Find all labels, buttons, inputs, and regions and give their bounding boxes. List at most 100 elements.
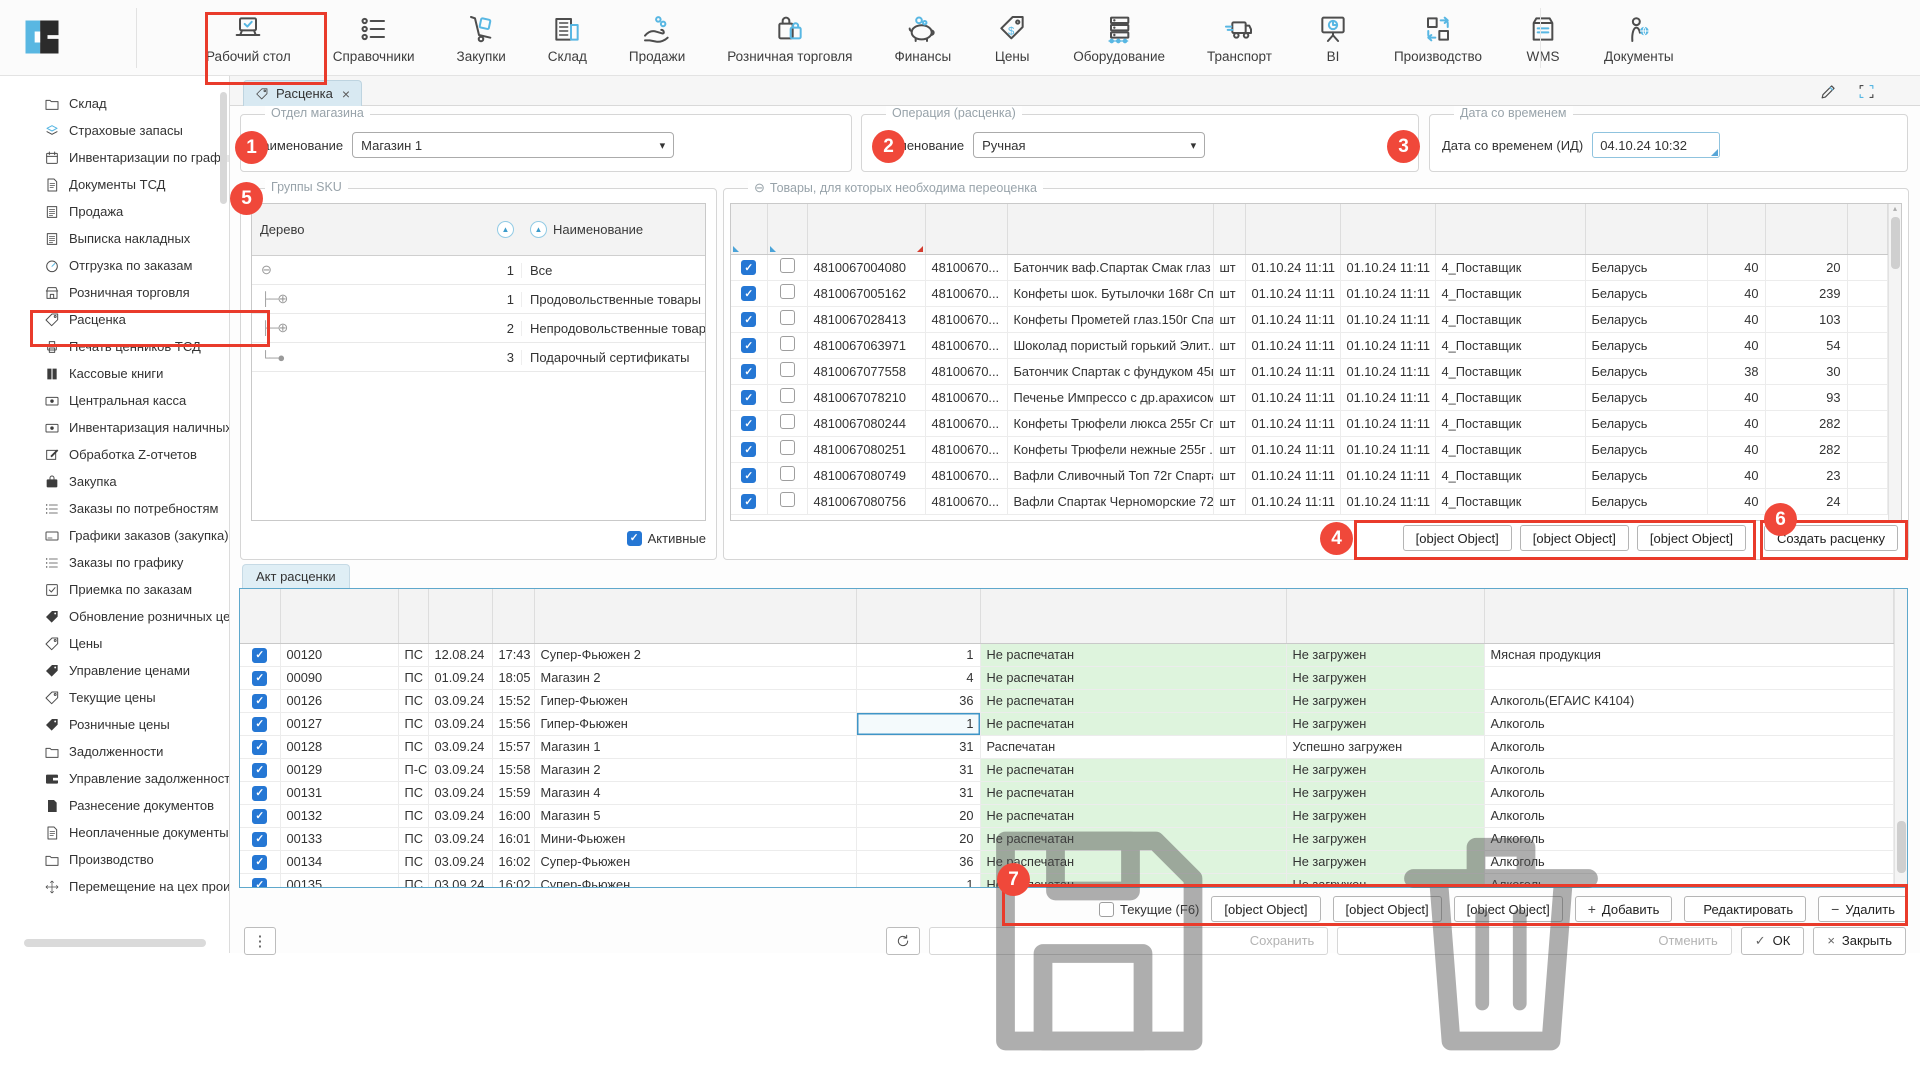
reprice-mode-button[interactable]: [object Object] bbox=[1520, 525, 1629, 551]
row-mark-checkbox[interactable] bbox=[780, 414, 795, 429]
products-column-header[interactable] bbox=[1340, 204, 1435, 254]
row-mark-checkbox[interactable] bbox=[780, 362, 795, 377]
row-on-checkbox[interactable] bbox=[741, 312, 756, 327]
product-row[interactable]: 4810067080756 48100670... Вафли Спартак … bbox=[731, 488, 1888, 514]
sku-tree-row[interactable]: ├─⊕ 1 Продовольственные товары bbox=[252, 285, 705, 314]
create-reprice-button[interactable]: Создать расценку bbox=[1764, 525, 1898, 551]
act-row-checkbox[interactable] bbox=[252, 786, 267, 801]
cancel-button[interactable]: Отменить bbox=[1337, 927, 1731, 955]
act-row-checkbox[interactable] bbox=[252, 763, 267, 778]
close-icon[interactable]: × bbox=[342, 86, 350, 102]
act-column-header[interactable] bbox=[280, 589, 398, 643]
act-row[interactable]: 00129 П-С 03.09.24 15:58 Магазин 2 31 Не… bbox=[240, 758, 1894, 781]
sidebar-item[interactable]: Управление ценами bbox=[0, 657, 229, 684]
act-row-checkbox[interactable] bbox=[252, 648, 267, 663]
row-mark-checkbox[interactable] bbox=[780, 466, 795, 481]
pencil-icon[interactable] bbox=[1819, 82, 1838, 101]
toolbar-item[interactable]: Склад bbox=[538, 5, 597, 71]
act-column-header[interactable] bbox=[534, 589, 856, 643]
sidebar-item[interactable]: Текущие цены bbox=[0, 684, 229, 711]
column-tree[interactable]: Дерево bbox=[252, 222, 480, 237]
sidebar-item[interactable]: Заказы по потребностям bbox=[0, 495, 229, 522]
datetime-input[interactable]: 04.10.24 10:32 bbox=[1592, 132, 1720, 158]
ok-button[interactable]: ✓ОК bbox=[1741, 927, 1805, 955]
sku-tree-row[interactable]: └─● 3 Подарочный сертификаты bbox=[252, 343, 705, 372]
toolbar-item[interactable]: Продажи bbox=[619, 5, 695, 71]
reprice-mode-button[interactable]: [object Object] bbox=[1403, 525, 1512, 551]
act-column-header[interactable] bbox=[980, 589, 1286, 643]
product-row[interactable]: 4810067080749 48100670... Вафли Сливочны… bbox=[731, 462, 1888, 488]
expand-icon[interactable] bbox=[1857, 82, 1876, 101]
tree-expander-icon[interactable]: ⊖ bbox=[252, 262, 480, 278]
row-on-checkbox[interactable] bbox=[741, 442, 756, 457]
operation-select[interactable]: Ручная ▾ bbox=[973, 132, 1205, 158]
sidebar-item[interactable]: Перемещение на цех производсте bbox=[0, 873, 229, 900]
sidebar-item[interactable]: Управление задолженностями bbox=[0, 765, 229, 792]
products-column-header[interactable] bbox=[1435, 204, 1585, 254]
act-row-checkbox[interactable] bbox=[252, 855, 267, 870]
tree-expander-icon[interactable]: ├─⊕ bbox=[252, 291, 480, 307]
sidebar-item[interactable]: Розничные цены bbox=[0, 711, 229, 738]
act-column-header[interactable] bbox=[856, 589, 980, 643]
sidebar-item[interactable]: Выписка накладных bbox=[0, 225, 229, 252]
sidebar-item[interactable]: Склад bbox=[0, 90, 229, 117]
product-row[interactable]: 4810067028413 48100670... Конфеты Промет… bbox=[731, 306, 1888, 332]
row-on-checkbox[interactable] bbox=[741, 364, 756, 379]
row-mark-checkbox[interactable] bbox=[780, 388, 795, 403]
row-on-checkbox[interactable] bbox=[741, 416, 756, 431]
row-mark-checkbox[interactable] bbox=[780, 310, 795, 325]
act-column-header[interactable] bbox=[428, 589, 492, 643]
act-row-checkbox[interactable] bbox=[252, 671, 267, 686]
column-number[interactable]: ▲ bbox=[480, 221, 522, 238]
product-row[interactable]: 4810067005162 48100670... Конфеты шок. Б… bbox=[731, 280, 1888, 306]
products-column-header[interactable] bbox=[925, 204, 1007, 254]
sidebar-horizontal-scrollbar[interactable] bbox=[24, 939, 206, 947]
products-column-header[interactable] bbox=[767, 204, 807, 254]
row-on-checkbox[interactable] bbox=[741, 390, 756, 405]
sidebar-item[interactable]: Заказы по графику bbox=[0, 549, 229, 576]
kebab-icon[interactable]: ⋮ bbox=[244, 927, 276, 955]
products-column-header[interactable] bbox=[1765, 204, 1847, 254]
products-column-header[interactable] bbox=[1585, 204, 1707, 254]
sidebar-item[interactable]: Документы ТСД bbox=[0, 171, 229, 198]
sidebar-item[interactable]: Центральная касса bbox=[0, 387, 229, 414]
row-on-checkbox[interactable] bbox=[741, 338, 756, 353]
sidebar-item[interactable]: Продажа bbox=[0, 198, 229, 225]
act-column-header[interactable] bbox=[398, 589, 428, 643]
row-on-checkbox[interactable] bbox=[741, 260, 756, 275]
act-row-checkbox[interactable] bbox=[252, 832, 267, 847]
toolbar-item[interactable]: Закупки bbox=[447, 5, 516, 71]
sidebar-item[interactable]: Расценка bbox=[0, 306, 229, 333]
product-row[interactable]: 4810067063971 48100670... Шоколад порист… bbox=[731, 332, 1888, 358]
act-row[interactable]: 00120 ПС 12.08.24 17:43 Супер-Фьюжен 2 1… bbox=[240, 643, 1894, 666]
toolbar-item[interactable]: Транспорт bbox=[1197, 5, 1282, 71]
tab-act-rascenki[interactable]: Акт расценки bbox=[242, 564, 350, 588]
sidebar-item[interactable]: Кассовые книги bbox=[0, 360, 229, 387]
sidebar-item[interactable]: Обновление розничных цен bbox=[0, 603, 229, 630]
tab-rascenka[interactable]: Расценка × bbox=[243, 80, 362, 106]
tree-expander-icon[interactable]: ├─⊕ bbox=[252, 320, 480, 336]
act-row-checkbox[interactable] bbox=[252, 809, 267, 824]
sidebar-item[interactable]: Цены bbox=[0, 630, 229, 657]
active-filter[interactable]: Активные bbox=[627, 531, 706, 546]
act-crud-button[interactable]: Редактировать bbox=[1684, 896, 1806, 922]
act-row[interactable]: 00126 ПС 03.09.24 15:52 Гипер-Фьюжен 36 … bbox=[240, 689, 1894, 712]
sidebar-item[interactable]: Графики заказов (закупка) bbox=[0, 522, 229, 549]
close-button[interactable]: ×Закрыть bbox=[1813, 927, 1906, 955]
product-row[interactable]: 4810067080251 48100670... Конфеты Трюфел… bbox=[731, 436, 1888, 462]
act-row-checkbox[interactable] bbox=[252, 694, 267, 709]
sku-tree-row[interactable]: ⊖ 1 Все bbox=[252, 256, 705, 285]
active-checkbox[interactable] bbox=[627, 531, 642, 546]
row-mark-checkbox[interactable] bbox=[780, 492, 795, 507]
row-mark-checkbox[interactable] bbox=[780, 284, 795, 299]
sidebar-item[interactable]: Приемка по заказам bbox=[0, 576, 229, 603]
act-column-header[interactable] bbox=[1286, 589, 1484, 643]
sidebar-item[interactable]: Обработка Z-отчетов bbox=[0, 441, 229, 468]
act-row-checkbox[interactable] bbox=[252, 717, 267, 732]
act-vertical-scrollbar[interactable] bbox=[1894, 589, 1907, 887]
store-select[interactable]: Магазин 1 ▾ bbox=[352, 132, 674, 158]
save-button[interactable]: Сохранить bbox=[929, 927, 1329, 955]
column-name[interactable]: ▲Наименование bbox=[522, 221, 705, 238]
sidebar-item[interactable]: Неоплаченные документы bbox=[0, 819, 229, 846]
row-mark-checkbox[interactable] bbox=[780, 336, 795, 351]
